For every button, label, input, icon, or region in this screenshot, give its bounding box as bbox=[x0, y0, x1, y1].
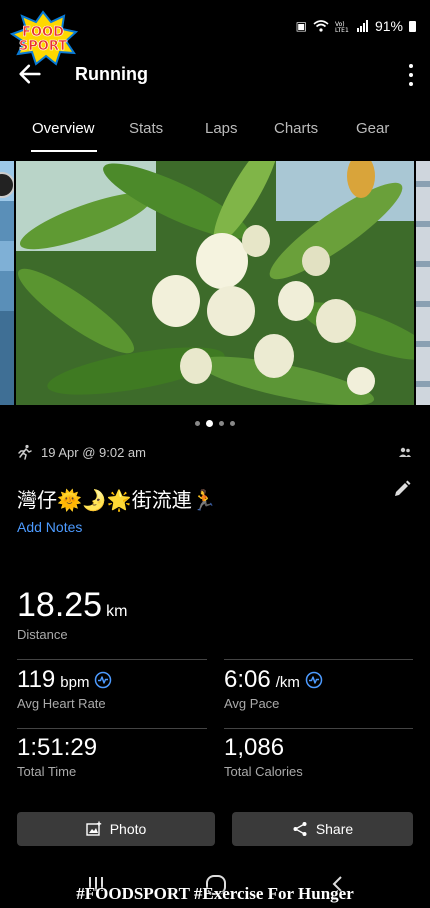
more-options-icon[interactable] bbox=[408, 64, 414, 86]
next-photo-thumbnail[interactable] bbox=[416, 161, 430, 405]
privacy-people-icon[interactable] bbox=[398, 446, 412, 460]
battery-percent: 91% bbox=[374, 18, 403, 34]
heart-rate-number: 119 bbox=[17, 666, 56, 693]
wifi-icon bbox=[313, 20, 329, 32]
running-icon bbox=[18, 444, 32, 460]
distance-value: 18.25 km bbox=[17, 586, 127, 625]
pace-detail-icon[interactable] bbox=[305, 671, 323, 689]
divider bbox=[17, 728, 207, 729]
add-photo-label: Photo bbox=[109, 821, 147, 837]
distance-unit: km bbox=[106, 603, 128, 620]
page-dot bbox=[230, 421, 235, 426]
total-calories-value: 1,086 bbox=[224, 734, 284, 762]
tab-laps[interactable]: Laps bbox=[205, 120, 238, 137]
total-calories-label: Total Calories bbox=[224, 764, 303, 779]
status-icons: ▣ Vo) LTE1 91% bbox=[296, 18, 416, 34]
page-dot bbox=[195, 421, 200, 426]
activity-name: 灣仔🌞🌛🌟街流連🏃 bbox=[17, 490, 217, 512]
tab-stats[interactable]: Stats bbox=[129, 120, 163, 137]
signal-icon bbox=[356, 20, 368, 32]
add-photo-button[interactable]: Photo bbox=[17, 812, 215, 846]
heart-rate-value: 119 bpm bbox=[17, 666, 112, 694]
divider bbox=[17, 659, 207, 660]
watermark-text: #FOODSPORT #Exercise For Hunger bbox=[76, 884, 354, 903]
divider bbox=[224, 659, 413, 660]
add-photo-icon bbox=[86, 821, 101, 836]
battery-icon bbox=[409, 20, 416, 32]
activity-datetime: 19 Apr @ 9:02 am bbox=[41, 444, 146, 460]
svg-text:SPORT: SPORT bbox=[19, 39, 67, 54]
active-tab-indicator bbox=[31, 150, 97, 152]
share-button[interactable]: Share bbox=[232, 812, 413, 846]
previous-photo-thumbnail[interactable] bbox=[0, 161, 14, 405]
svg-text:FOOD: FOOD bbox=[22, 25, 64, 40]
carousel-page-indicator bbox=[0, 420, 430, 427]
edit-pencil-icon[interactable] bbox=[392, 479, 412, 499]
total-time-value: 1:51:29 bbox=[17, 734, 97, 762]
tab-charts[interactable]: Charts bbox=[274, 120, 318, 137]
share-icon bbox=[293, 822, 307, 836]
back-arrow-icon[interactable] bbox=[16, 60, 44, 88]
volte-icon: Vo)LTE1 bbox=[335, 21, 349, 32]
distance-number: 18.25 bbox=[17, 586, 103, 624]
pace-value: 6:06 /km bbox=[224, 666, 323, 694]
svg-text:LTE1: LTE1 bbox=[335, 27, 349, 32]
distance-label: Distance bbox=[17, 627, 68, 642]
screenshot-icon: ▣ bbox=[295, 19, 307, 33]
pace-label: Avg Pace bbox=[224, 696, 280, 711]
divider bbox=[224, 728, 413, 729]
total-time-label: Total Time bbox=[17, 764, 77, 779]
total-time-number: 1:51:29 bbox=[17, 734, 98, 761]
app-header: Running bbox=[0, 56, 430, 96]
photo-carousel[interactable] bbox=[0, 161, 430, 405]
pace-number: 6:06 bbox=[224, 666, 271, 693]
page-dot-active bbox=[206, 420, 213, 427]
page-dot bbox=[219, 421, 224, 426]
heart-rate-label: Avg Heart Rate bbox=[17, 696, 106, 711]
activity-photo[interactable] bbox=[16, 161, 414, 405]
add-notes-link[interactable]: Add Notes bbox=[17, 519, 82, 535]
status-bar: FOOD SPORT ▣ Vo) LTE1 91% bbox=[0, 0, 430, 66]
total-calories-number: 1,086 bbox=[224, 734, 285, 761]
tab-bar: Overview Stats Laps Charts Gear bbox=[0, 108, 430, 154]
page-title: Running bbox=[75, 64, 148, 84]
heart-rate-detail-icon[interactable] bbox=[94, 671, 112, 689]
pace-unit: /km bbox=[275, 674, 300, 691]
tab-gear[interactable]: Gear bbox=[356, 120, 389, 137]
tab-overview[interactable]: Overview bbox=[32, 120, 95, 137]
heart-rate-unit: bpm bbox=[60, 674, 90, 691]
share-label: Share bbox=[315, 821, 354, 837]
activity-meta: 19 Apr @ 9:02 am bbox=[17, 444, 146, 460]
